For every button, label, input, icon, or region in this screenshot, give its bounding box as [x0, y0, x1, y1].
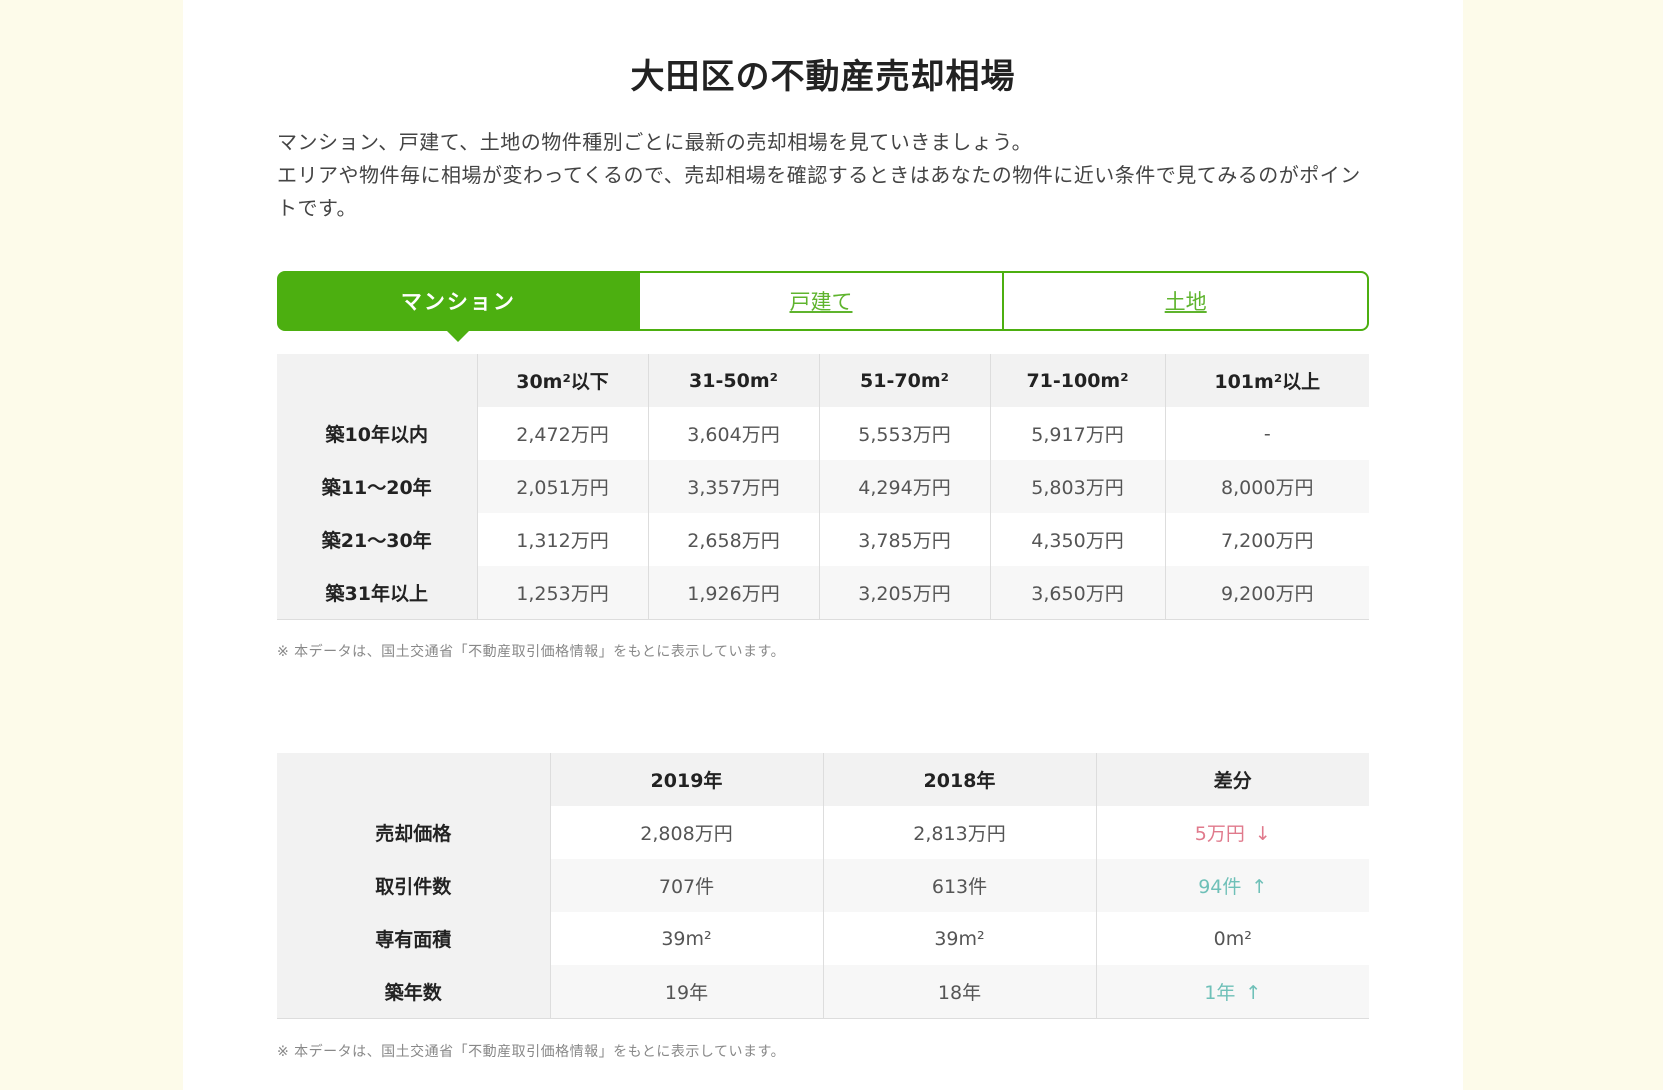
arrow-up-icon: ↑ — [1251, 876, 1268, 898]
content-panel: 大田区の不動産売却相場 マンション、戸建て、土地の物件種別ごとに最新の売却相場を… — [183, 0, 1463, 1090]
row-header: 取引件数 — [277, 859, 551, 912]
price-cell: - — [1164, 407, 1369, 460]
column-header: 101m²以上 — [1164, 354, 1369, 407]
value-2019-cell: 39m² — [549, 912, 823, 965]
value-2018-cell: 18年 — [822, 965, 1096, 1019]
tab-land[interactable]: 土地 — [1004, 271, 1370, 331]
price-cell: 3,604万円 — [647, 407, 819, 460]
row-header: 築11〜20年 — [277, 460, 478, 513]
diff-cell: 1年 ↑ — [1095, 965, 1369, 1019]
column-header: 2019年 — [549, 753, 823, 806]
row-header: 築31年以上 — [277, 566, 478, 620]
value-2019-cell: 707件 — [549, 859, 823, 912]
price-cell: 2,658万円 — [647, 513, 819, 566]
source-note: ※ 本データは、国土交通省「不動産取引価格情報」をもとに表示しています。 — [277, 1044, 786, 1060]
table-row: 築31年以上 1,253万円 1,926万円 3,205万円 3,650万円 9… — [277, 566, 1369, 620]
diff-cell: 5万円 ↓ — [1095, 806, 1369, 859]
table-header-row: 2019年 2018年 差分 — [277, 753, 1369, 806]
table-row: 専有面積 39m² 39m² 0m² — [277, 912, 1369, 965]
year-comparison-table: 2019年 2018年 差分 売却価格 2,808万円 2,813万円 5万円 ↓… — [277, 753, 1369, 1019]
source-note: ※ 本データは、国土交通省「不動産取引価格情報」をもとに表示しています。 — [277, 644, 786, 660]
table-row: 築10年以内 2,472万円 3,604万円 5,553万円 5,917万円 - — [277, 407, 1369, 460]
intro-line: エリアや物件毎に相場が変わってくるので、売却相場を確認するときはあなたの物件に近… — [277, 163, 1361, 220]
price-cell: 2,051万円 — [476, 460, 648, 513]
price-cell: 7,200万円 — [1164, 513, 1369, 566]
tab-detached-house[interactable]: 戸建て — [639, 271, 1005, 331]
price-cell: 1,926万円 — [647, 566, 819, 620]
column-header: 51-70m² — [818, 354, 990, 407]
row-header: 専有面積 — [277, 912, 551, 965]
price-cell: 2,472万円 — [476, 407, 648, 460]
price-cell: 5,917万円 — [989, 407, 1165, 460]
price-cell: 4,350万円 — [989, 513, 1165, 566]
price-cell: 3,205万円 — [818, 566, 990, 620]
arrow-up-icon: ↑ — [1245, 981, 1262, 1004]
value-2019-cell: 2,808万円 — [549, 806, 823, 859]
table-header-row: 30m²以下 31-50m² 51-70m² 71-100m² 101m²以上 — [277, 354, 1369, 407]
diff-value: 94件 — [1198, 876, 1242, 898]
price-cell: 9,200万円 — [1164, 566, 1369, 620]
row-header: 築10年以内 — [277, 407, 478, 460]
price-cell: 1,312万円 — [476, 513, 648, 566]
diff-cell: 0m² — [1095, 912, 1369, 965]
row-header: 築年数 — [277, 965, 551, 1019]
price-cell: 3,785万円 — [818, 513, 990, 566]
arrow-down-icon: ↓ — [1254, 823, 1271, 845]
price-cell: 4,294万円 — [818, 460, 990, 513]
value-2018-cell: 613件 — [822, 859, 1096, 912]
diff-cell: 94件 ↑ — [1095, 859, 1369, 912]
table-row: 築21〜30年 1,312万円 2,658万円 3,785万円 4,350万円 … — [277, 513, 1369, 566]
value-2018-cell: 2,813万円 — [822, 806, 1096, 859]
corner-cell — [277, 354, 477, 407]
column-header: 71-100m² — [989, 354, 1165, 407]
column-header: 30m²以下 — [476, 354, 648, 407]
price-cell: 3,357万円 — [647, 460, 819, 513]
price-cell: 1,253万円 — [476, 566, 648, 620]
price-cell: 8,000万円 — [1164, 460, 1369, 513]
value-2019-cell: 19年 — [549, 965, 823, 1019]
price-cell: 3,650万円 — [989, 566, 1165, 620]
column-header: 差分 — [1095, 753, 1369, 806]
price-cell: 5,803万円 — [989, 460, 1165, 513]
table-row: 取引件数 707件 613件 94件 ↑ — [277, 859, 1369, 912]
table-row: 築11〜20年 2,051万円 3,357万円 4,294万円 5,803万円 … — [277, 460, 1369, 513]
value-2018-cell: 39m² — [822, 912, 1096, 965]
row-header: 築21〜30年 — [277, 513, 478, 566]
intro-text: マンション、戸建て、土地の物件種別ごとに最新の売却相場を見ていきましょう。 エリ… — [277, 126, 1369, 225]
table-row: 築年数 19年 18年 1年 ↑ — [277, 965, 1369, 1019]
diff-value: 0m² — [1213, 927, 1252, 950]
tab-mansion[interactable]: マンション — [277, 271, 640, 331]
diff-value: 1年 — [1204, 981, 1236, 1004]
corner-cell — [277, 753, 550, 806]
column-header: 31-50m² — [647, 354, 819, 407]
column-header: 2018年 — [822, 753, 1096, 806]
table-row: 売却価格 2,808万円 2,813万円 5万円 ↓ — [277, 806, 1369, 859]
intro-line: マンション、戸建て、土地の物件種別ごとに最新の売却相場を見ていきましょう。 — [277, 130, 1033, 154]
price-cell: 5,553万円 — [818, 407, 990, 460]
diff-value: 5万円 — [1194, 823, 1245, 845]
row-header: 売却価格 — [277, 806, 551, 859]
page-title: 大田区の不動産売却相場 — [630, 57, 1016, 97]
price-table: 30m²以下 31-50m² 51-70m² 71-100m² 101m²以上 … — [277, 354, 1369, 620]
property-type-tabs: マンション 戸建て 土地 — [277, 271, 1370, 331]
